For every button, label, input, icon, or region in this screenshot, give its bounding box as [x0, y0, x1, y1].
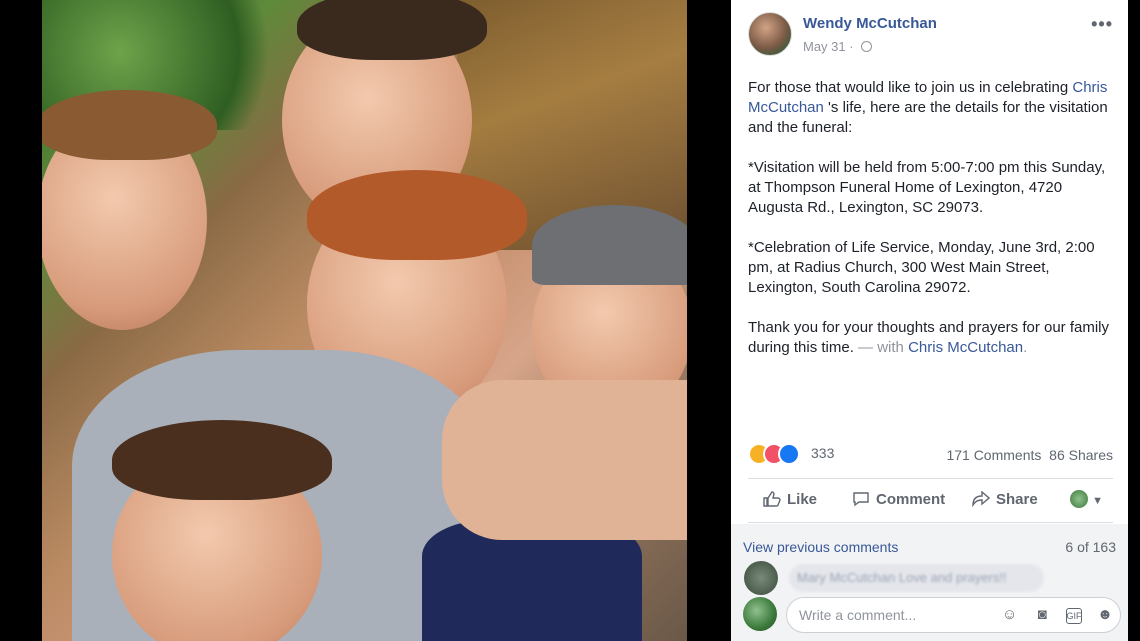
post-paragraph-2: *Visitation will be held from 5:00-7:00 …: [748, 159, 1106, 216]
photo-cap-woman: [532, 205, 687, 285]
gif-icon[interactable]: GIF: [1065, 608, 1082, 624]
my-avatar[interactable]: [743, 597, 777, 631]
comment-icon: [853, 492, 869, 507]
like-icon: [778, 443, 800, 465]
p1-text: For those that would like to join us in …: [748, 79, 1069, 96]
post-panel: Wendy McCutchan May 31 · ••• For those t…: [731, 0, 1128, 641]
action-bar: Like Comment Share ▼: [748, 482, 1113, 520]
comment-input-icons: ☺ ◙ GIF ☻: [991, 606, 1114, 624]
audience-selector[interactable]: ▼: [1070, 490, 1103, 508]
author-avatar[interactable]: [748, 12, 792, 56]
comment-placeholder: Write a comment...: [799, 607, 917, 623]
comments-count[interactable]: 171 Comments: [946, 447, 1041, 463]
profile-mini-icon: [1070, 490, 1088, 508]
commenter-avatar[interactable]: [744, 561, 778, 595]
reaction-count[interactable]: 333: [811, 445, 834, 461]
camera-icon[interactable]: ◙: [1033, 606, 1051, 624]
photo-hair-girl: [307, 170, 527, 260]
share-icon: [972, 491, 990, 507]
like-label: Like: [787, 491, 818, 508]
post-paragraph-1: For those that would like to join us in …: [748, 78, 1116, 138]
post-paragraph-3: *Celebration of Life Service, Monday, Ju…: [748, 239, 1095, 296]
divider-top: [748, 478, 1113, 479]
photo-arm-woman: [442, 380, 687, 540]
shares-count[interactable]: 86 Shares: [1049, 447, 1113, 463]
with-link-chris[interactable]: Chris McCutchan: [908, 339, 1023, 356]
photo-hair-boy-bottom: [112, 420, 332, 500]
post-meta: May 31 ·: [803, 39, 873, 54]
comments-page-count: 6 of 163: [1065, 539, 1116, 555]
share-button[interactable]: Share: [972, 491, 1038, 508]
comment-label: Comment: [876, 491, 946, 508]
comment-input[interactable]: Write a comment... ☺ ◙ GIF ☻: [786, 597, 1121, 633]
photo-hair-man: [297, 0, 487, 60]
share-label: Share: [996, 491, 1038, 508]
post-paragraph-4: Thank you for your thoughts and prayers …: [748, 318, 1116, 358]
globe-icon[interactable]: [861, 41, 873, 52]
like-button[interactable]: Like: [763, 491, 817, 508]
emoji-icon[interactable]: ☺: [1001, 606, 1019, 624]
comment-button[interactable]: Comment: [852, 491, 945, 508]
comments-section: View previous comments 6 of 163 Mary McC…: [731, 524, 1128, 641]
reactions-bar: 333 171 Comments 86 Shares: [748, 443, 1113, 467]
with-end: .: [1023, 339, 1028, 356]
post-body: For those that would like to join us in …: [748, 78, 1116, 378]
sticker-icon[interactable]: ☻: [1096, 606, 1114, 624]
author-name[interactable]: Wendy McCutchan: [803, 15, 937, 32]
thumbs-up-icon: [763, 491, 781, 507]
date-separator: ·: [849, 39, 854, 54]
more-options-icon[interactable]: •••: [1091, 14, 1113, 35]
with-text: — with: [853, 339, 909, 356]
blurred-comment: Mary McCutchan Love and prayers!!: [789, 564, 1044, 592]
chevron-down-icon: ▼: [1092, 495, 1104, 507]
divider-bottom: [748, 522, 1113, 523]
view-previous-comments-link[interactable]: View previous comments: [743, 539, 898, 555]
photo-hair-boy-left: [42, 90, 217, 160]
post-photo[interactable]: [42, 0, 687, 641]
post-header: Wendy McCutchan May 31 · •••: [748, 12, 1113, 57]
post-date[interactable]: May 31: [803, 39, 846, 54]
engagement-stats: 171 Comments 86 Shares: [946, 447, 1113, 463]
